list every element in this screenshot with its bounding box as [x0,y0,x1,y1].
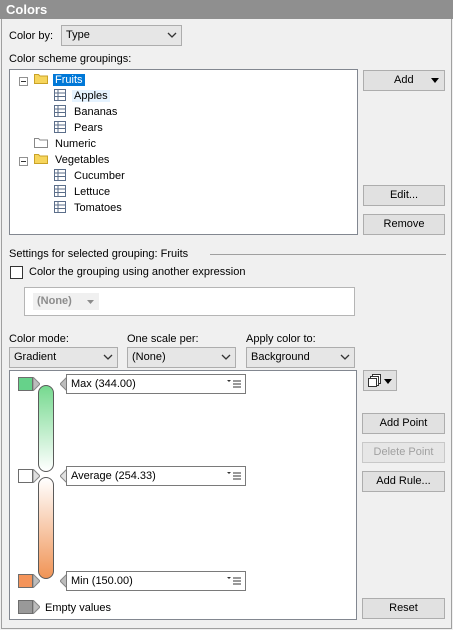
empty-values-label: Empty values [45,602,112,614]
menu-icon[interactable] [227,576,241,586]
table-icon [54,201,66,213]
expression-box: (None) [24,287,355,316]
tree-label-lettuce: Lettuce [74,186,111,198]
tree-label-numeric: Numeric [55,138,96,150]
max-color-swatch[interactable] [18,377,33,391]
edit-button[interactable]: Edit... [363,185,445,206]
tree-node-lettuce[interactable]: Lettuce [54,184,112,200]
min-value-label: Min (150.00) [71,575,133,587]
add-point-button[interactable]: Add Point [362,413,445,434]
apply-color-dropdown[interactable]: Background [246,347,355,368]
expression-dropdown[interactable]: (None) [33,293,99,310]
groupings-tree[interactable]: Fruits Apples Bananas Pears Numeric Vege… [9,69,358,235]
max-handle-icon[interactable] [33,377,40,391]
delete-point-button[interactable]: Delete Point [362,442,445,463]
one-scale-value: (None) [132,351,166,363]
reset-button[interactable]: Reset [362,598,445,619]
add-rule-button[interactable]: Add Rule... [362,471,445,492]
chevron-down-icon [340,354,350,360]
tree-node-pears[interactable]: Pears [54,120,105,136]
remove-button[interactable]: Remove [363,214,445,235]
tree-node-bananas[interactable]: Bananas [54,104,119,120]
tree-label-bananas: Bananas [74,106,118,118]
average-color-swatch[interactable] [18,469,33,483]
tree-label-pears: Pears [74,122,103,134]
add-grouping-button[interactable]: Add [363,70,445,91]
average-value-field[interactable]: Average (254.33) [66,466,246,486]
min-color-swatch[interactable] [18,574,33,588]
table-icon [54,121,66,133]
color-by-dropdown[interactable]: Type [61,25,182,46]
one-scale-dropdown[interactable]: (None) [127,347,236,368]
table-icon [54,105,66,117]
expression-value: (None) [37,295,72,307]
folder-icon [34,154,48,164]
gradient-bar-bottom[interactable] [38,477,54,579]
settings-separator [210,254,446,255]
copy-scheme-button[interactable] [363,370,397,391]
chevron-down-icon [221,354,231,360]
tree-label-tomatoes: Tomatoes [74,202,122,214]
gradient-bar-top[interactable] [38,385,54,472]
average-handle-icon[interactable] [33,469,40,483]
tree-node-cucumber[interactable]: Cucumber [54,168,127,184]
apply-color-value: Background [251,351,310,363]
collapse-fruits-icon[interactable] [19,77,28,86]
table-icon [54,89,66,101]
color-mode-label: Color mode: [9,333,69,345]
folder-icon [34,74,48,84]
tree-label-fruits: Fruits [53,74,85,86]
color-by-label: Color by: [9,30,54,42]
menu-icon[interactable] [227,379,241,389]
tree-node-vegetables[interactable]: Vegetables [34,152,111,168]
dropdown-arrow-icon [87,300,94,304]
add-grouping-label: Add [394,74,414,86]
min-handle-icon[interactable] [33,574,40,588]
settings-header: Settings for selected grouping: Fruits [9,248,189,260]
tree-node-tomatoes[interactable]: Tomatoes [54,200,124,216]
collapse-vegetables-icon[interactable] [19,157,28,166]
empty-handle-icon [33,600,40,614]
tree-node-numeric[interactable]: Numeric [34,136,98,152]
panel-title: Colors [0,0,453,19]
table-icon [54,169,66,181]
tree-node-apples[interactable]: Apples [54,88,110,104]
tree-label-cucumber: Cucumber [74,170,125,182]
color-by-value: Type [66,29,90,41]
one-scale-label: One scale per: [127,333,199,345]
empty-values-swatch[interactable] [18,600,33,614]
groupings-label: Color scheme groupings: [9,53,132,65]
apply-color-label: Apply color to: [246,333,316,345]
chevron-down-icon [167,32,177,38]
use-expression-label: Color the grouping using another express… [29,266,246,278]
dropdown-arrow-icon [384,379,392,384]
dropdown-arrow-icon [431,78,439,83]
tree-label-apples: Apples [72,90,110,102]
color-mode-dropdown[interactable]: Gradient [9,347,118,368]
table-icon [54,185,66,197]
menu-icon[interactable] [227,471,241,481]
tree-node-fruits[interactable]: Fruits [34,72,85,88]
color-mode-value: Gradient [14,351,57,363]
min-value-field[interactable]: Min (150.00) [66,571,246,591]
max-value-field[interactable]: Max (344.00) [66,374,246,394]
folder-icon [34,138,48,148]
max-value-label: Max (344.00) [71,378,136,390]
use-expression-checkbox[interactable] [10,266,23,279]
tree-label-vegetables: Vegetables [55,154,110,166]
copy-icon [368,374,381,387]
average-value-label: Average (254.33) [71,470,156,482]
chevron-down-icon [103,354,113,360]
